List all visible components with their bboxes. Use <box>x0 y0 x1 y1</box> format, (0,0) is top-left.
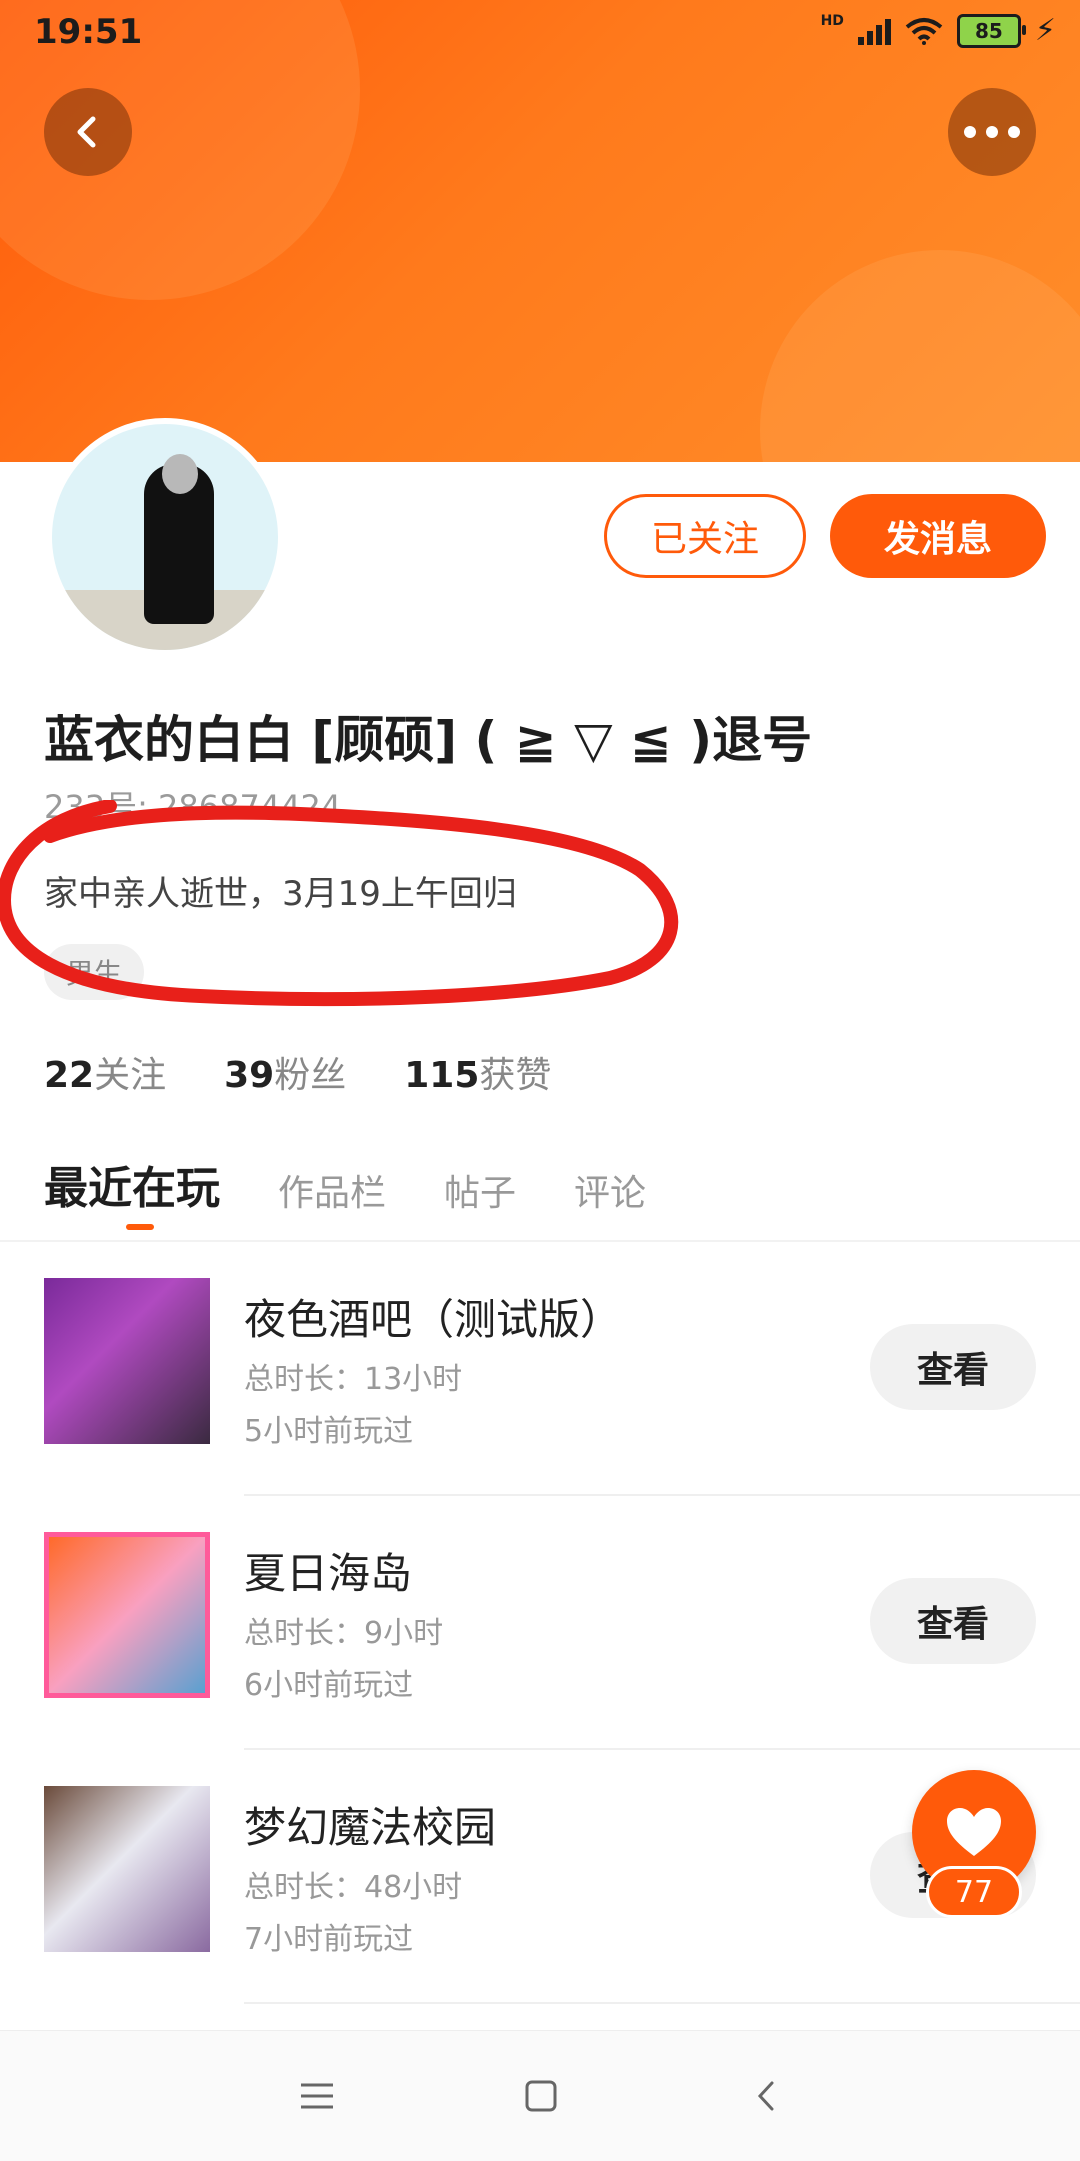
game-thumbnail[interactable] <box>44 1786 210 1952</box>
divider <box>244 2002 1080 2004</box>
heart-icon <box>947 1808 1001 1856</box>
charging-icon: ⚡ <box>1034 13 1056 48</box>
avatar[interactable] <box>46 418 284 656</box>
menu-button[interactable] <box>292 2071 342 2121</box>
view-button[interactable]: 查看 <box>870 1324 1036 1410</box>
send-message-button[interactable]: 发消息 <box>830 494 1046 578</box>
game-thumbnail[interactable] <box>44 1532 210 1698</box>
game-last-played: 5小时前玩过 <box>244 1414 414 1449</box>
more-button[interactable] <box>948 88 1036 176</box>
stat-fans[interactable]: 39粉丝 <box>224 1046 346 1098</box>
followed-button[interactable]: 已关注 <box>604 494 806 578</box>
menu-icon <box>301 2083 333 2109</box>
tab-posts[interactable]: 帖子 <box>444 1164 516 1216</box>
chevron-left-icon <box>757 2081 774 2111</box>
profile-stats: 22关注 39粉丝 115获赞 <box>44 1046 551 1098</box>
profile-name: 蓝衣的白白 [顾硕] ( ≧ ▽ ≦ )退号 <box>44 711 813 769</box>
game-playtime: 总时长：9小时 <box>244 1616 444 1651</box>
more-dots-icon <box>964 126 1020 138</box>
tab-comments[interactable]: 评论 <box>574 1164 646 1216</box>
game-playtime: 总时长：13小时 <box>244 1362 463 1397</box>
tab-works[interactable]: 作品栏 <box>278 1164 386 1216</box>
stat-following[interactable]: 22关注 <box>44 1046 166 1098</box>
profile-header-banner <box>0 0 1080 462</box>
wifi-icon <box>905 18 943 45</box>
game-playtime: 总时长：48小时 <box>244 1870 463 1905</box>
back-button[interactable] <box>44 88 132 176</box>
game-thumbnail[interactable] <box>44 1278 210 1444</box>
like-count-badge: 77 <box>926 1866 1022 1918</box>
chevron-left-icon <box>77 116 96 148</box>
list-item[interactable]: 梦幻魔法校园 总时长：48小时 7小时前玩过 查看 <box>0 1750 1080 2004</box>
profile-tabs: 最近在玩 作品栏 帖子 评论 <box>44 1152 646 1230</box>
banner-decoration <box>760 250 1080 462</box>
battery-icon: 85 <box>956 14 1026 48</box>
profile-bio: 家中亲人逝世，3月19上午回归 <box>44 874 517 914</box>
view-button[interactable]: 查看 <box>870 1578 1036 1664</box>
hd-indicator: HD <box>820 13 844 29</box>
home-square-icon <box>525 2080 557 2112</box>
game-title: 梦幻魔法校园 <box>244 1803 497 1852</box>
game-last-played: 6小时前玩过 <box>244 1668 414 1703</box>
tab-recently-played[interactable]: 最近在玩 <box>44 1152 220 1230</box>
user-id: 233号: 286874424 <box>44 788 342 826</box>
system-nav-bar <box>0 2030 1080 2161</box>
home-button[interactable] <box>516 2071 566 2121</box>
system-back-button[interactable] <box>742 2071 792 2121</box>
status-icons: HD 85 ⚡ <box>820 13 1056 48</box>
status-time: 19:51 <box>34 12 143 52</box>
list-item[interactable]: 夏日海岛 总时长：9小时 6小时前玩过 查看 <box>0 1496 1080 1750</box>
signal-icon <box>857 17 891 45</box>
gender-tag: 男生 <box>44 944 145 1000</box>
stat-likes[interactable]: 115获赞 <box>404 1046 551 1098</box>
game-title: 夜色酒吧（测试版） <box>244 1295 623 1344</box>
status-bar: 19:51 HD 85 ⚡ <box>0 0 1080 64</box>
list-item[interactable]: 夜色酒吧（测试版） 总时长：13小时 5小时前玩过 查看 <box>0 1242 1080 1496</box>
game-title: 夏日海岛 <box>244 1549 413 1598</box>
game-last-played: 7小时前玩过 <box>244 1922 414 1957</box>
